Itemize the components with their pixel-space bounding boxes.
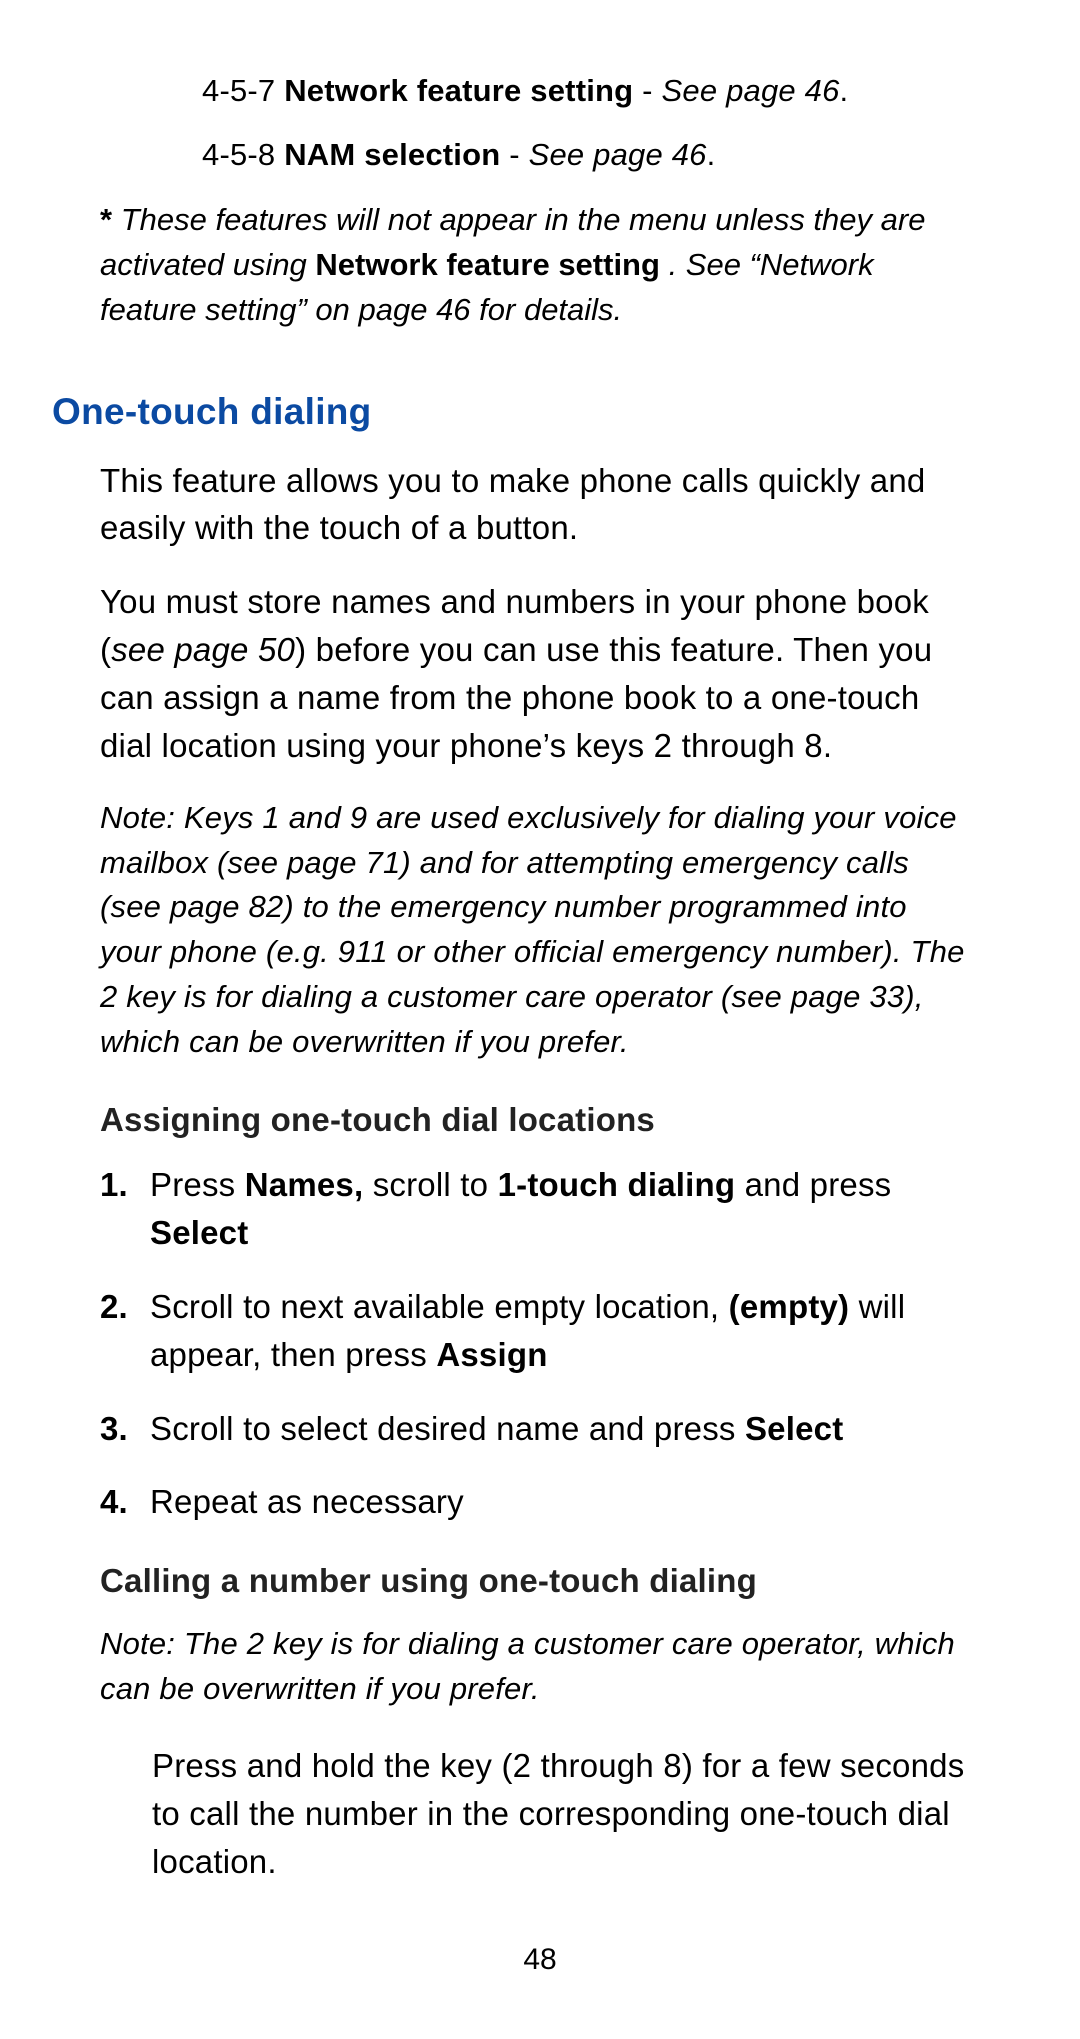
- step-4: 4. Repeat as necessary: [100, 1478, 970, 1526]
- step-2: 2. Scroll to next available empty locati…: [100, 1283, 970, 1379]
- footnote-star: *: [100, 202, 112, 237]
- step-text: Repeat as necessary: [150, 1478, 970, 1526]
- intro-paragraph-2: You must store names and numbers in your…: [100, 578, 970, 769]
- note-keys-1-9: Note: Keys 1 and 9 are used exclusively …: [100, 796, 970, 1066]
- section-heading-one-touch: One-touch dialing: [52, 391, 970, 433]
- step-text: Press Names, scroll to 1-touch dialing a…: [150, 1161, 970, 1257]
- step-text: Scroll to select desired name and press …: [150, 1405, 970, 1453]
- separator: -: [642, 73, 661, 108]
- calling-instructions: Press and hold the key (2 through 8) for…: [152, 1742, 970, 1886]
- subheading-assigning: Assigning one-touch dial locations: [100, 1101, 970, 1139]
- menu-code: 4-5-7: [202, 73, 275, 108]
- separator: -: [509, 137, 528, 172]
- menu-see: See page 46: [529, 137, 707, 172]
- note-key-2: Note: The 2 key is for dialing a custome…: [100, 1622, 970, 1712]
- intro-paragraph-1: This feature allows you to make phone ca…: [100, 457, 970, 553]
- step-text: Scroll to next available empty location,…: [150, 1283, 970, 1379]
- menu-code: 4-5-8: [202, 137, 275, 172]
- step-1: 1. Press Names, scroll to 1-touch dialin…: [100, 1161, 970, 1257]
- manual-page: 4-5-7 Network feature setting - See page…: [0, 0, 1080, 2039]
- footnote-bold: Network feature setting: [315, 247, 660, 282]
- step-number: 1.: [100, 1161, 150, 1257]
- steps-list: 1. Press Names, scroll to 1-touch dialin…: [100, 1161, 970, 1526]
- step-number: 3.: [100, 1405, 150, 1453]
- page-number: 48: [0, 1943, 1080, 1977]
- step-number: 4.: [100, 1478, 150, 1526]
- footnote: * These features will not appear in the …: [100, 198, 970, 333]
- intro2-ital: see page 50: [111, 631, 295, 668]
- menu-item-nam-selection: 4-5-8 NAM selection - See page 46.: [202, 134, 970, 176]
- step-number: 2.: [100, 1283, 150, 1379]
- menu-item-network-feature: 4-5-7 Network feature setting - See page…: [202, 70, 970, 112]
- menu-title: Network feature setting: [284, 73, 633, 108]
- menu-see: See page 46: [662, 73, 840, 108]
- step-3: 3. Scroll to select desired name and pre…: [100, 1405, 970, 1453]
- subheading-calling: Calling a number using one-touch dialing: [100, 1562, 970, 1600]
- menu-title: NAM selection: [284, 137, 500, 172]
